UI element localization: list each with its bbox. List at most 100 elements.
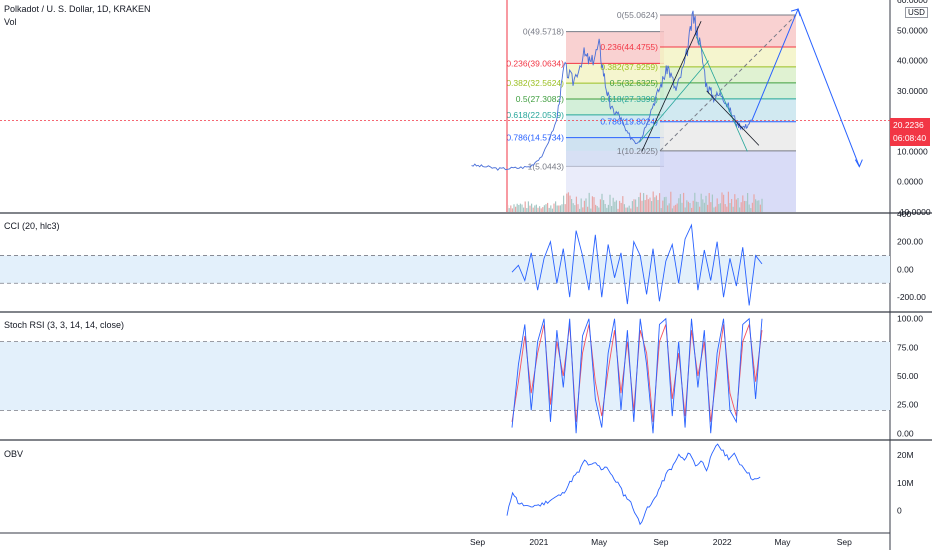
obv-line bbox=[506, 443, 761, 526]
volume-bar bbox=[516, 203, 518, 212]
volume-bar bbox=[710, 202, 712, 212]
time-axis-label: 2021 bbox=[529, 537, 548, 547]
volume-bar bbox=[625, 207, 627, 212]
stoch-axis-tick: 100.00 bbox=[897, 314, 923, 324]
volume-bar bbox=[726, 206, 728, 212]
volume-bar bbox=[569, 195, 571, 212]
volume-bar bbox=[524, 201, 526, 212]
stoch-axis-tick: 25.00 bbox=[897, 400, 919, 410]
volume-bar bbox=[548, 207, 550, 212]
volume-bar bbox=[585, 198, 587, 212]
volume-bar bbox=[740, 202, 742, 212]
volume-bar bbox=[558, 205, 560, 212]
volume-bar bbox=[750, 208, 752, 212]
volume-bar bbox=[628, 205, 630, 212]
volume-bar bbox=[681, 202, 683, 212]
volume-bar bbox=[617, 208, 619, 212]
currency-button[interactable]: USD bbox=[905, 7, 928, 18]
volume-bar bbox=[559, 205, 561, 212]
volume-bar bbox=[526, 208, 528, 212]
volume-bar bbox=[519, 203, 521, 212]
fib1-level-label: 0.5(27.3082) bbox=[516, 94, 564, 104]
volume-bar bbox=[510, 205, 512, 212]
volume-bar bbox=[574, 205, 576, 212]
volume-bar bbox=[735, 199, 737, 212]
volume-bar bbox=[609, 194, 611, 212]
fib2-level-label: 0(55.0624) bbox=[617, 10, 658, 20]
fib1-level-label: 1(5.0443) bbox=[528, 161, 565, 171]
volume-bar bbox=[646, 194, 648, 212]
volume-bar bbox=[671, 208, 673, 212]
volume-bar bbox=[627, 207, 629, 212]
volume-bar bbox=[614, 201, 616, 212]
volume-bar bbox=[521, 204, 523, 212]
time-axis-label: Sep bbox=[470, 537, 485, 547]
obv-axis-tick: 0 bbox=[897, 506, 902, 516]
price-axis-tick: 10.0000 bbox=[897, 146, 928, 156]
volume-bar bbox=[620, 202, 622, 212]
fib2-level-label: 0.786(19.8024) bbox=[600, 117, 658, 127]
volume-bar bbox=[655, 195, 657, 212]
volume-bar bbox=[580, 198, 582, 212]
volume-bar bbox=[727, 191, 729, 212]
volume-bar bbox=[534, 205, 536, 212]
fib2-level-label: 0.382(37.9259) bbox=[600, 62, 658, 72]
volume-bar bbox=[679, 194, 681, 212]
volume-bar bbox=[721, 192, 723, 212]
obv-axis-tick: 10M bbox=[897, 478, 914, 488]
volume-bar bbox=[567, 192, 569, 212]
volume-bar bbox=[719, 203, 721, 212]
volume-bar bbox=[649, 197, 651, 212]
cci-axis-tick: 200.00 bbox=[897, 237, 923, 247]
volume-bar bbox=[687, 201, 689, 212]
volume-bar bbox=[612, 197, 614, 212]
main-pane-title: Polkadot / U. S. Dollar, 1D, KRAKEN bbox=[4, 4, 151, 14]
volume-bar bbox=[633, 199, 635, 212]
volume-bar bbox=[713, 207, 715, 212]
time-axis-label: Sep bbox=[653, 537, 668, 547]
volume-bar bbox=[761, 198, 763, 212]
obv-pane-title: OBV bbox=[4, 449, 24, 459]
volume-bar bbox=[755, 199, 757, 212]
cci-axis-tick: -200.00 bbox=[897, 292, 926, 302]
current-price-badge: 20.2236 06:08:40 bbox=[890, 118, 930, 146]
volume-bar bbox=[595, 204, 597, 212]
volume-bar bbox=[695, 201, 697, 212]
volume-bar bbox=[689, 203, 691, 212]
stoch-axis-tick: 0.00 bbox=[897, 428, 914, 438]
volume-bar bbox=[508, 208, 510, 212]
volume-bar bbox=[551, 208, 553, 212]
chart-canvas[interactable]: 0.236(39.0634) 0.382(32.5624) 0.5(27.3082)… bbox=[0, 0, 932, 550]
stoch-axis-tick: 50.00 bbox=[897, 371, 919, 381]
bar-countdown: 06:08:40 bbox=[893, 133, 927, 143]
volume-bar bbox=[692, 200, 694, 212]
volume-bar bbox=[711, 194, 713, 212]
volume-bar bbox=[743, 200, 745, 212]
volume-bar bbox=[537, 207, 539, 212]
volume-bar bbox=[686, 200, 688, 212]
volume-bar bbox=[697, 201, 699, 212]
volume-bar bbox=[707, 204, 709, 212]
volume-bar bbox=[582, 207, 584, 212]
volume-bar bbox=[547, 202, 549, 212]
volume-bar bbox=[751, 202, 753, 212]
volume-bar bbox=[657, 199, 659, 212]
volume-bar bbox=[518, 205, 520, 212]
volume-bar bbox=[700, 193, 702, 212]
price-axis-tick: 50.0000 bbox=[897, 25, 928, 35]
volume-bar bbox=[635, 199, 637, 212]
volume-bar bbox=[604, 203, 606, 212]
price-axis-tick: 0.0000 bbox=[897, 177, 923, 187]
volume-bar bbox=[654, 197, 656, 212]
volume-bar bbox=[553, 203, 555, 212]
fib1-level-label: 0.618(22.0539) bbox=[506, 110, 564, 120]
volume-bar bbox=[676, 203, 678, 212]
volume-bar bbox=[615, 200, 617, 212]
volume-bar bbox=[652, 191, 654, 212]
volume-bar bbox=[511, 208, 513, 212]
volume-bar bbox=[598, 207, 600, 212]
volume-bar bbox=[675, 204, 677, 212]
volume-bar bbox=[643, 193, 645, 212]
volume-bar bbox=[596, 205, 598, 212]
time-axis-label: 2022 bbox=[713, 537, 732, 547]
